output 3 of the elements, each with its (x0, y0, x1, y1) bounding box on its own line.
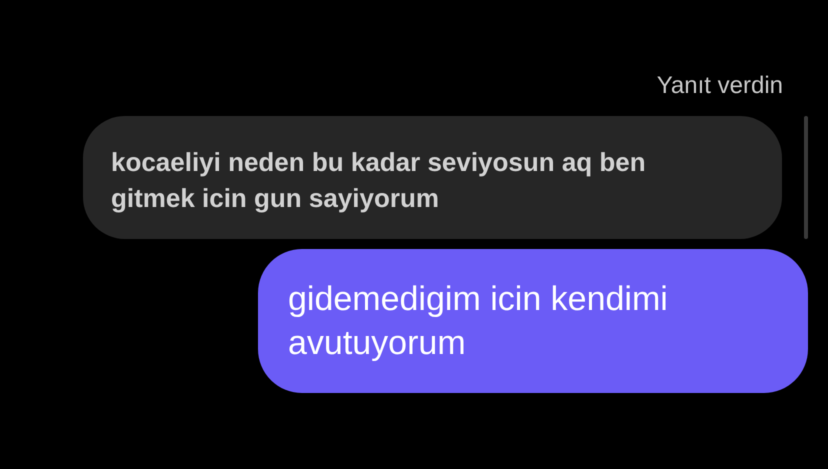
replied-message-bubble: kocaeliyi neden bu kadar seviyosun aq ben gitmek icin gun sayiyorum (83, 116, 782, 239)
reply-label: Yanıt verdin (656, 71, 784, 101)
message-bubble: gidemedigim icin kendimi avutuyorum (258, 248, 808, 394)
